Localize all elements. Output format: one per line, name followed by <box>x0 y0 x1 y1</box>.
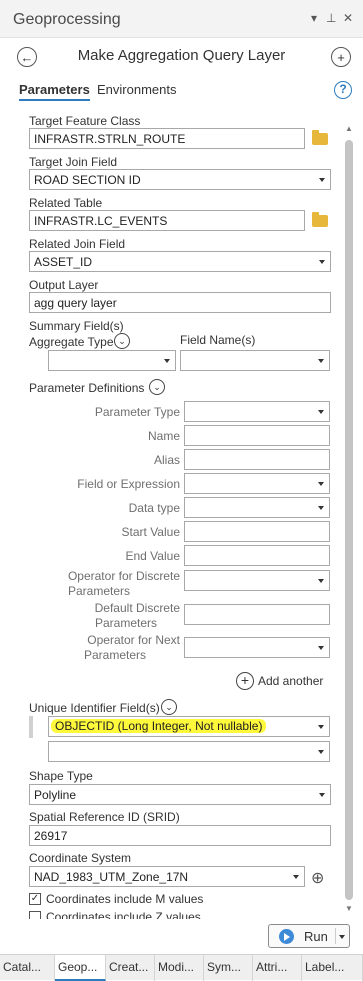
unique-identifier-value: OBJECTID (Long Integer, Not nullable) <box>51 719 267 733</box>
target-feature-class-label: Target Feature Class <box>29 114 141 128</box>
browse-folder-icon[interactable] <box>312 212 328 227</box>
operator-discrete-label-line2: Parameters <box>67 584 130 598</box>
chevron-down-icon[interactable]: ⌄ <box>114 333 130 349</box>
shape-type-dropdown[interactable]: Polyline <box>29 784 331 805</box>
dock-tabs: Catal... Geop... Creat... Modi... Sym...… <box>0 954 363 981</box>
end-value-input[interactable] <box>184 545 330 566</box>
aggregate-type-dropdown[interactable] <box>48 350 176 371</box>
dock-tab-modify[interactable]: Modi... <box>155 955 204 981</box>
field-names-header: Field Name(s) <box>180 333 256 347</box>
dock-tab-catalog[interactable]: Catal... <box>0 955 55 981</box>
add-another-button[interactable]: Add another <box>258 674 323 688</box>
row-selector[interactable] <box>29 716 33 738</box>
tab-environments[interactable]: Environments <box>97 82 176 97</box>
close-icon[interactable]: ✕ <box>343 11 353 25</box>
unique-identifier-empty-dropdown[interactable] <box>48 741 330 762</box>
operator-discrete-label-line1: Operator for Discrete <box>67 569 180 583</box>
operator-next-label-line1: Operator for Next <box>87 633 180 647</box>
tool-tabs: Parameters Environments ? <box>0 78 363 104</box>
play-icon <box>279 929 294 944</box>
unique-identifier-dropdown[interactable]: OBJECTID (Long Integer, Not nullable) <box>48 716 330 737</box>
default-discrete-label-line2: Parameters <box>94 616 157 630</box>
globe-icon[interactable]: ⊕ <box>311 868 324 888</box>
name-label: Name <box>147 429 180 443</box>
tool-title: Make Aggregation Query Layer <box>77 47 286 64</box>
data-type-dropdown[interactable] <box>184 497 330 518</box>
field-or-expression-label: Field or Expression <box>77 477 180 491</box>
operator-next-label-line2: Parameters <box>83 648 146 662</box>
aggregate-type-header: Aggregate Type <box>29 335 114 349</box>
dock-tab-create[interactable]: Creat... <box>106 955 155 981</box>
parameter-type-label: Parameter Type <box>94 405 180 419</box>
output-layer-input[interactable]: agg query layer <box>29 292 331 313</box>
coords-z-checkbox[interactable] <box>29 911 41 919</box>
parameter-type-dropdown[interactable] <box>184 401 330 422</box>
field-or-expression-dropdown[interactable] <box>184 473 330 494</box>
add-circle-icon[interactable]: + <box>236 672 254 690</box>
target-join-field-label: Target Join Field <box>29 155 118 169</box>
related-table-label: Related Table <box>29 196 103 210</box>
coords-z-label: Coordinates include Z values <box>46 910 201 919</box>
tab-parameters[interactable]: Parameters <box>19 82 90 101</box>
browse-folder-icon[interactable] <box>312 130 328 145</box>
unique-identifier-label: Unique Identifier Field(s) <box>29 701 160 715</box>
operator-discrete-dropdown[interactable] <box>184 570 330 591</box>
related-join-field-label: Related Join Field <box>29 237 126 251</box>
operator-next-dropdown[interactable] <box>184 637 330 658</box>
run-bar: Run <box>0 920 363 954</box>
chevron-down-icon[interactable] <box>339 935 345 939</box>
run-button[interactable]: Run <box>268 924 350 948</box>
dock-tab-attributes[interactable]: Attri... <box>253 955 302 981</box>
pane-title: Geoprocessing <box>13 11 121 28</box>
parameter-definitions-label: Parameter Definitions <box>29 381 145 395</box>
chevron-down-icon[interactable]: ⌄ <box>161 699 177 715</box>
scrollbar[interactable]: ▲ ▼ <box>342 124 356 914</box>
coordinate-system-label: Coordinate System <box>29 851 132 865</box>
add-icon[interactable]: + <box>331 47 351 67</box>
help-icon[interactable]: ? <box>334 81 352 99</box>
coords-m-checkbox[interactable]: ✓ <box>29 893 41 905</box>
run-label: Run <box>304 929 328 944</box>
dock-tab-geoprocessing[interactable]: Geop... <box>55 955 106 981</box>
default-discrete-label-line1: Default Discrete <box>94 601 180 615</box>
clipped-row: Coordinates include Z values <box>0 908 340 919</box>
scroll-up-icon[interactable]: ▲ <box>345 124 353 133</box>
field-names-dropdown[interactable] <box>180 350 330 371</box>
end-value-label: End Value <box>125 549 181 563</box>
pane-titlebar: Geoprocessing ▾ ⊥ ✕ <box>0 0 363 38</box>
target-join-field-dropdown[interactable]: ROAD SECTION ID <box>29 169 331 190</box>
dock-tab-labeling[interactable]: Label... <box>302 955 363 981</box>
srid-label: Spatial Reference ID (SRID) <box>29 810 180 824</box>
divider <box>335 928 336 944</box>
summary-fields-label: Summary Field(s) <box>29 319 124 333</box>
data-type-label: Data type <box>128 501 180 515</box>
name-input[interactable] <box>184 425 330 446</box>
target-feature-class-input[interactable]: INFRASTR.STRLN_ROUTE <box>29 128 305 149</box>
scroll-down-icon[interactable]: ▼ <box>345 904 353 913</box>
alias-input[interactable] <box>184 449 330 470</box>
tool-header: ← Make Aggregation Query Layer + <box>0 40 363 74</box>
output-layer-label: Output Layer <box>29 278 99 292</box>
shape-type-label: Shape Type <box>29 769 93 783</box>
related-table-input[interactable]: INFRASTR.LC_EVENTS <box>29 210 305 231</box>
dock-tab-symbology[interactable]: Sym... <box>204 955 253 981</box>
pane-menu-icon[interactable]: ▾ <box>311 11 317 25</box>
start-value-label: Start Value <box>121 525 180 539</box>
alias-label: Alias <box>153 453 180 467</box>
pin-icon[interactable]: ⊥ <box>326 11 336 25</box>
coords-m-label: Coordinates include M values <box>46 892 204 906</box>
start-value-input[interactable] <box>184 521 330 542</box>
scroll-thumb[interactable] <box>345 140 353 900</box>
srid-input[interactable]: 26917 <box>29 825 331 846</box>
coordinate-system-dropdown[interactable]: NAD_1983_UTM_Zone_17N <box>29 866 305 887</box>
default-discrete-input[interactable] <box>184 604 330 625</box>
related-join-field-dropdown[interactable]: ASSET_ID <box>29 251 331 272</box>
chevron-down-icon[interactable]: ⌄ <box>149 379 165 395</box>
